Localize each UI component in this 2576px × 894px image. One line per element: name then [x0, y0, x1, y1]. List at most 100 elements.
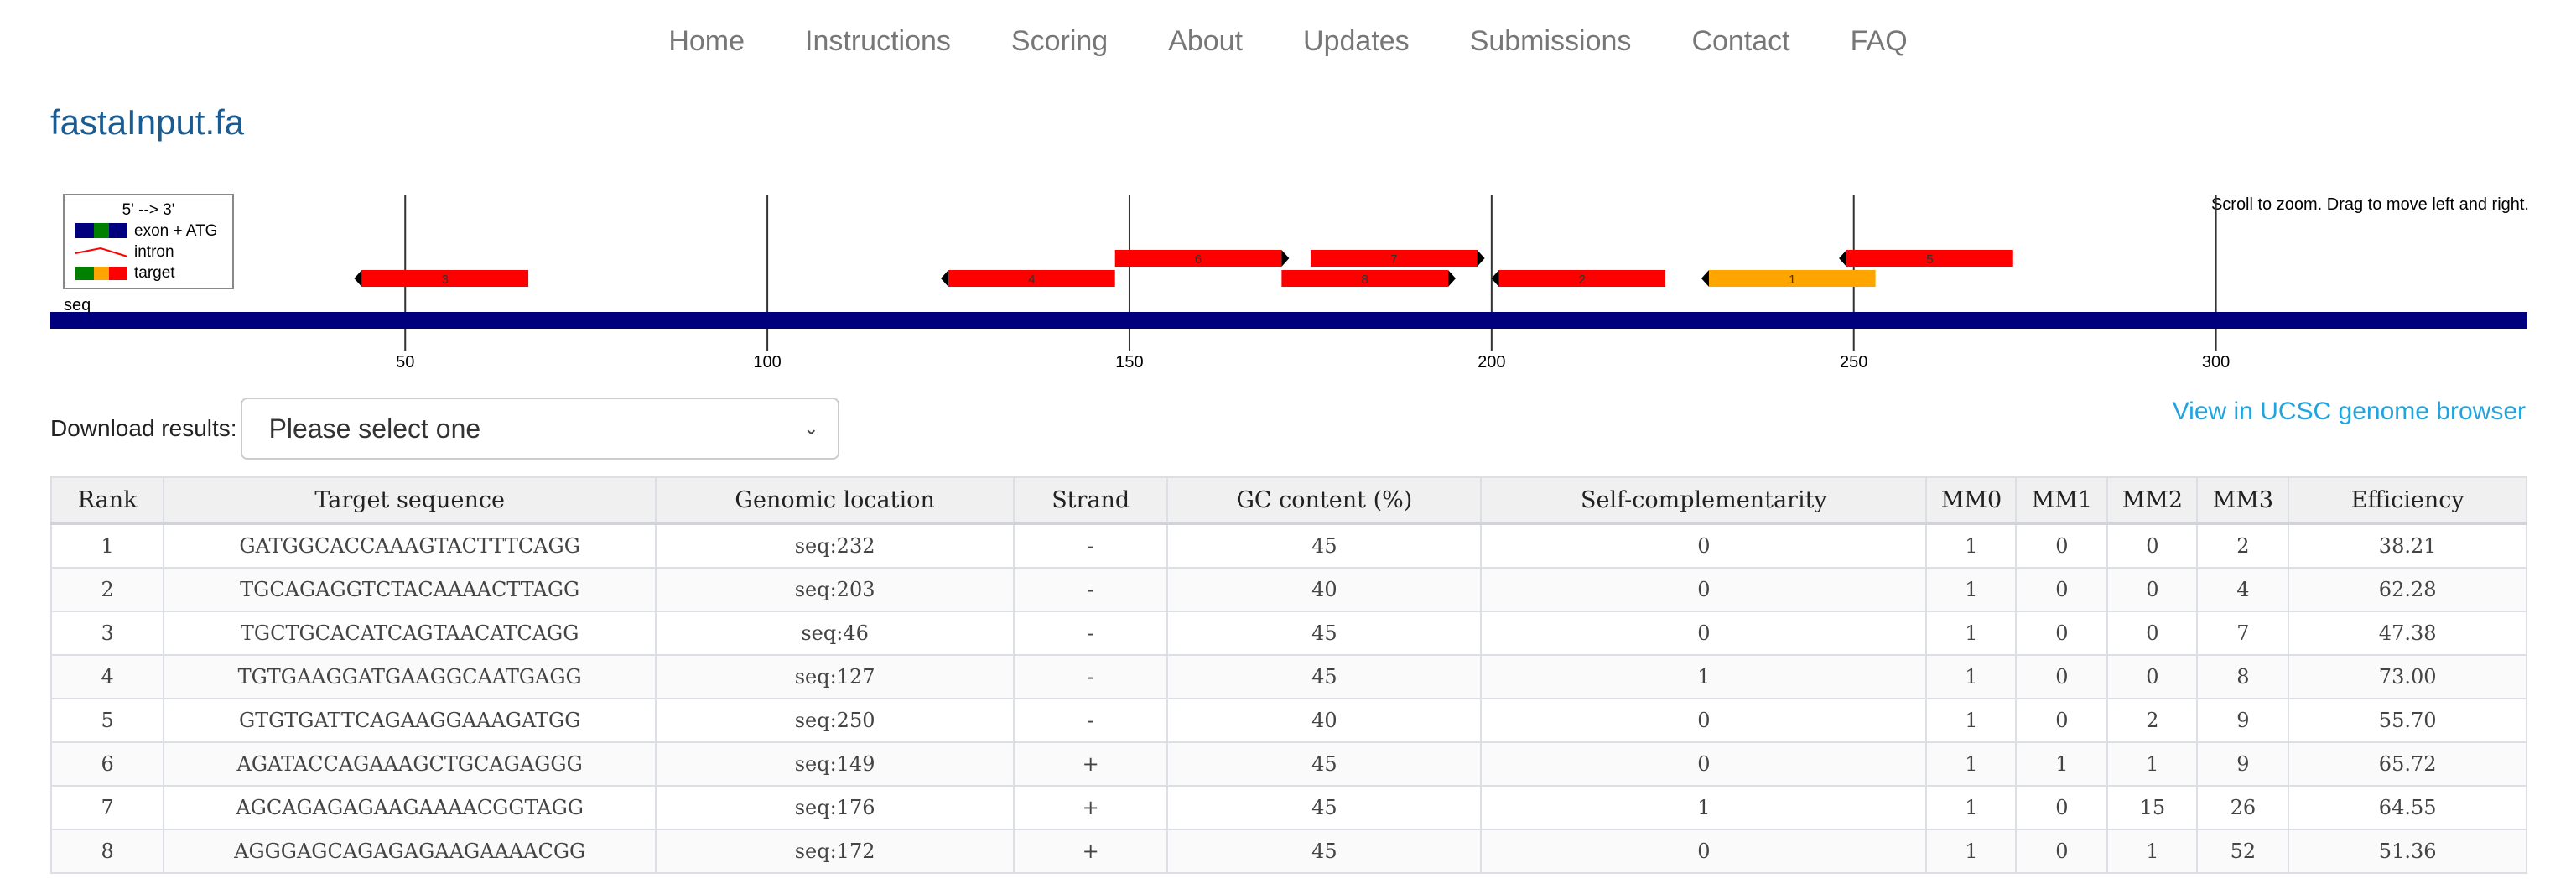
table-cell: 0: [1480, 522, 1928, 569]
table-cell: 3: [49, 611, 165, 656]
table-cell: seq:176: [655, 785, 1015, 830]
target-3[interactable]: 3: [354, 270, 529, 287]
nav-submissions[interactable]: Submissions: [1470, 25, 1632, 58]
chevron-down-icon: ⌄: [803, 418, 819, 439]
legend-exon-swatch-green: [94, 223, 109, 238]
target-7[interactable]: 7: [1310, 250, 1485, 267]
table-cell: 7: [2196, 611, 2290, 656]
column-header-self-complementarity[interactable]: Self-complementarity: [1480, 476, 1928, 525]
table-cell: 1: [1925, 654, 2018, 699]
column-header-mm2[interactable]: MM2: [2106, 476, 2199, 525]
page-title: fastaInput.fa: [50, 102, 245, 142]
table-cell: 1: [1925, 785, 2018, 830]
table-row: 2 TGCAGAGGTCTACAAAACTTAGG seq:203-40 0 1 0 0 4 6…: [49, 567, 2527, 612]
table-cell: 0: [2106, 522, 2199, 569]
table-cell: 1: [1925, 522, 2018, 569]
column-header-gc-content[interactable]: GC content (%): [1166, 476, 1483, 525]
sequence-viewer[interactable]: 5' --> 3' exon + ATG intron target Scrol…: [0, 185, 2576, 377]
table-cell: 0: [2015, 829, 2109, 874]
column-header-strand[interactable]: Strand: [1013, 476, 1169, 525]
table-cell: GATGGCACCAAAGTACTTTCAGG: [163, 522, 657, 569]
axis-tick-label: 150: [1115, 353, 1143, 372]
table-cell: 5: [49, 698, 165, 743]
table-cell: +: [1013, 829, 1169, 874]
table-cell: 1: [2015, 741, 2109, 787]
table-cell: 0: [2015, 611, 2109, 656]
nav-instructions[interactable]: Instructions: [805, 25, 951, 58]
table-cell: 4: [2196, 567, 2290, 612]
table-cell: 0: [1480, 698, 1928, 743]
strand-arrow-icon: [354, 270, 362, 287]
table-cell: 1: [1925, 567, 2018, 612]
target-5[interactable]: 5: [1839, 250, 2013, 267]
table-cell: 0: [2106, 654, 2199, 699]
table-cell: GTGTGATTCAGAAGGAAAGATGG: [163, 698, 657, 743]
table-cell: -: [1013, 698, 1169, 743]
table-cell: -: [1013, 567, 1169, 612]
table-cell: seq:203: [655, 567, 1015, 612]
nav-contact[interactable]: Contact: [1691, 25, 1789, 58]
download-label: Download results:: [50, 415, 237, 441]
table-cell: 1: [2106, 741, 2199, 787]
table-cell: 45: [1166, 654, 1483, 699]
nav-home[interactable]: Home: [668, 25, 745, 58]
column-header-target-sequence[interactable]: Target sequence: [163, 476, 657, 525]
table-cell: 0: [2106, 567, 2199, 612]
ucsc-browser-link[interactable]: View in UCSC genome browser: [2173, 398, 2526, 426]
nav-faq[interactable]: FAQ: [1851, 25, 1908, 58]
download-row: Download results: Please select one ⌄: [50, 398, 839, 460]
target-label: 8: [1362, 273, 1368, 287]
table-cell: seq:149: [655, 741, 1015, 787]
target-1[interactable]: 1: [1701, 270, 1876, 287]
table-cell: -: [1013, 522, 1169, 569]
table-cell: 0: [2015, 567, 2109, 612]
nav-scoring[interactable]: Scoring: [1011, 25, 1108, 58]
target-label: 2: [1579, 273, 1586, 287]
table-row: 8 AGGGAGCAGAGAGAAGAAAACGG seq:172 +45 0 1 0 1 52…: [49, 829, 2527, 874]
legend-exon-label: exon + ATG: [134, 222, 217, 240]
table-cell: AGGGAGCAGAGAGAAGAAAACGG: [163, 829, 657, 874]
table-cell: 1: [1925, 829, 2018, 874]
target-label: 3: [442, 273, 449, 287]
column-header-mm3[interactable]: MM3: [2196, 476, 2290, 525]
strand-arrow-icon: [1281, 250, 1290, 267]
legend-exon-swatch-blue: [75, 223, 94, 238]
table-cell: 0: [1480, 829, 1928, 874]
download-select-value: Please select one: [268, 413, 481, 444]
results-table: Rank Target sequence Genomic location Stran…: [49, 476, 2527, 874]
target-2[interactable]: 2: [1491, 270, 1666, 287]
table-cell: seq:46: [655, 611, 1015, 656]
table-cell: 47.38: [2288, 611, 2527, 656]
column-header-mm1[interactable]: MM1: [2015, 476, 2109, 525]
table-cell: 0: [1480, 741, 1928, 787]
nav-about[interactable]: About: [1168, 25, 1243, 58]
sequence-label: seq: [64, 296, 91, 314]
target-6[interactable]: 6: [1114, 250, 1290, 267]
table-cell: 26: [2196, 785, 2290, 830]
table-cell: 8: [2196, 654, 2290, 699]
column-header-efficiency[interactable]: Efficiency: [2288, 476, 2527, 525]
legend-target-swatch-green: [75, 267, 94, 280]
table-cell: 1: [1925, 741, 2018, 787]
table-header-row: Rank Target sequence Genomic location Stran…: [49, 476, 2527, 525]
table-cell: AGATACCAGAAAGCTGCAGAGGG: [163, 741, 657, 787]
nav-updates[interactable]: Updates: [1303, 25, 1410, 58]
table-cell: 1: [1925, 611, 2018, 656]
table-cell: 64.55: [2288, 785, 2527, 830]
download-select[interactable]: Please select one ⌄: [240, 398, 839, 460]
target-4[interactable]: 4: [941, 270, 1115, 287]
table-cell: 65.72: [2288, 741, 2527, 787]
column-header-genomic-location[interactable]: Genomic location: [655, 476, 1015, 525]
table-cell: 45: [1166, 611, 1483, 656]
target-8[interactable]: 8: [1281, 270, 1457, 287]
table-cell: 9: [2196, 741, 2290, 787]
column-header-rank[interactable]: Rank: [49, 476, 165, 525]
table-cell: 2: [2106, 698, 2199, 743]
column-header-mm0[interactable]: MM0: [1925, 476, 2018, 525]
table-cell: 8: [49, 829, 165, 874]
table-cell: -: [1013, 611, 1169, 656]
table-cell: 0: [2015, 654, 2109, 699]
table-cell: TGCTGCACATCAGTAACATCAGG: [163, 611, 657, 656]
table-cell: 52: [2196, 829, 2290, 874]
table-cell: seq:172: [655, 829, 1015, 874]
